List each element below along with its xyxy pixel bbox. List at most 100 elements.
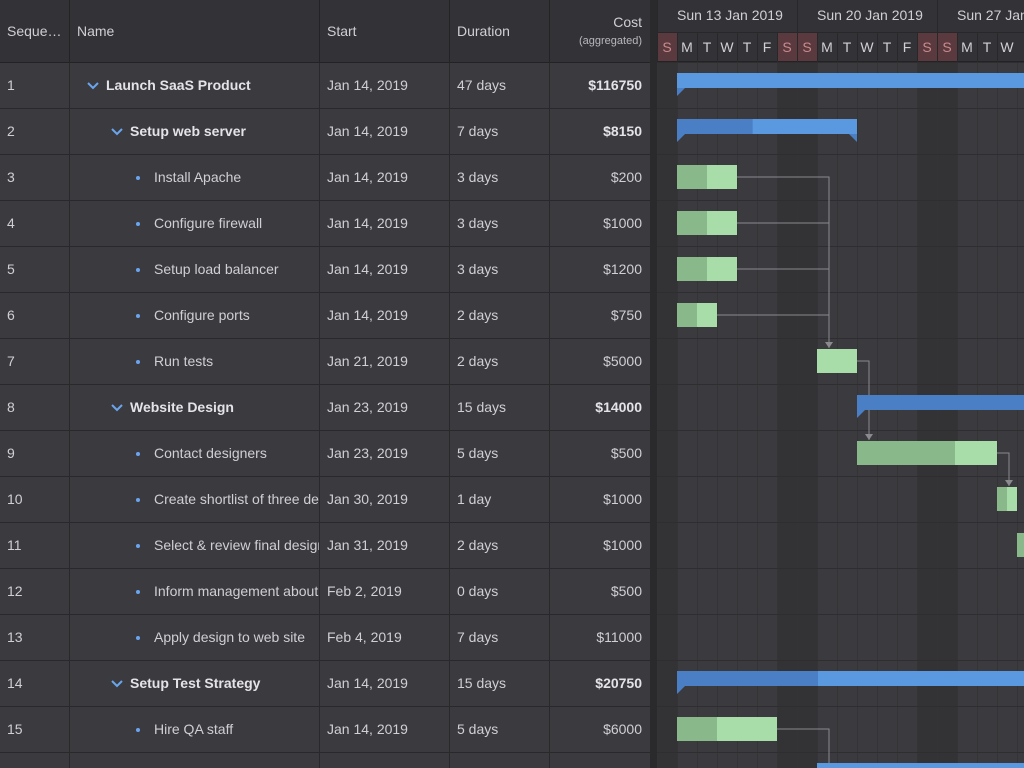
cost-text: $14000: [595, 399, 642, 415]
sequence-text: 2: [7, 123, 15, 139]
column-header-sequence[interactable]: Seque…: [0, 0, 70, 62]
task-name-text: Setup load balancer: [154, 261, 279, 277]
chevron-down-icon[interactable]: [110, 677, 124, 691]
start-date-text: Jan 14, 2019: [327, 169, 408, 185]
day-column: [877, 62, 897, 768]
chevron-down-icon[interactable]: [86, 79, 100, 93]
cell-duration: 47 days: [450, 63, 550, 108]
column-header-cost[interactable]: Cost (aggregated): [550, 0, 650, 62]
cell-start: Jan 21, 2019: [320, 339, 450, 384]
column-header-name[interactable]: Name: [70, 0, 320, 62]
cost-text: $750: [610, 307, 642, 323]
cell-cost: $1000: [550, 477, 650, 522]
cell-duration: 7 days: [450, 109, 550, 154]
column-header-cost-sublabel: (aggregated): [579, 35, 642, 47]
day-column: [1017, 62, 1024, 768]
table-row[interactable]: 3 Install Apache Jan 14, 2019 3 days $200: [0, 155, 650, 201]
day-column: [817, 62, 837, 768]
summary-bar-progress: [857, 395, 1024, 410]
sequence-text: 3: [7, 169, 15, 185]
cell-cost: $11000: [550, 615, 650, 660]
table-row[interactable]: 11 Select & review final design Jan 31, 20…: [0, 523, 650, 569]
task-bar-progress: [677, 717, 717, 741]
cost-text: $5000: [603, 353, 642, 369]
day-column: [917, 62, 937, 768]
cell-duration: 1 day: [450, 477, 550, 522]
task-bar-progress: [857, 441, 955, 465]
cell-start: Jan 14, 2019: [320, 661, 450, 706]
cell-start: Jan 14, 2019: [320, 293, 450, 338]
cell-sequence: 12: [0, 569, 70, 614]
cell-cost: $1200: [550, 247, 650, 292]
bullet-icon: [136, 728, 140, 733]
cell-start: Jan 14, 2019: [320, 63, 450, 108]
summary-bar: [677, 73, 1024, 88]
column-header-name-label: Name: [77, 23, 115, 39]
cell-start: Jan 14, 2019: [320, 201, 450, 246]
task-bar-progress: [997, 487, 1007, 511]
table-row[interactable]: 15 Hire QA staff Jan 14, 2019 5 days $6000: [0, 707, 650, 753]
cost-text: $500: [610, 445, 642, 461]
cell-sequence: 3: [0, 155, 70, 200]
table-row[interactable]: [0, 753, 650, 768]
table-row[interactable]: 13 Apply design to web site Feb 4, 2019 7 d…: [0, 615, 650, 661]
cell-cost: $500: [550, 431, 650, 476]
cell-cost: $14000: [550, 385, 650, 430]
start-date-text: Jan 14, 2019: [327, 675, 408, 691]
day-column: [777, 62, 797, 768]
chevron-down-icon[interactable]: [110, 401, 124, 415]
day-column: [897, 62, 917, 768]
table-row[interactable]: 10 Create shortlist of three de Jan 30, 20…: [0, 477, 650, 523]
cell-name: Install Apache: [70, 155, 320, 200]
start-date-text: Feb 4, 2019: [327, 629, 402, 645]
table-row[interactable]: 8 Website Design Jan 23, 2019 15 days $14000: [0, 385, 650, 431]
cost-text: $20750: [595, 675, 642, 691]
table-row[interactable]: 12 Inform management about Feb 2, 2019 0 da…: [0, 569, 650, 615]
cell-sequence: 15: [0, 707, 70, 752]
bullet-icon: [136, 222, 140, 227]
cell-start: Jan 23, 2019: [320, 431, 450, 476]
sequence-text: 15: [7, 721, 23, 737]
start-date-text: Jan 30, 2019: [327, 491, 408, 507]
cell-name: Create shortlist of three de: [70, 477, 320, 522]
table-row[interactable]: 14 Setup Test Strategy Jan 14, 2019 15 days…: [0, 661, 650, 707]
cell-duration: 7 days: [450, 615, 550, 660]
start-date-text: Jan 23, 2019: [327, 399, 408, 415]
cell-name: Configure firewall: [70, 201, 320, 246]
table-row[interactable]: 5 Setup load balancer Jan 14, 2019 3 days $1…: [0, 247, 650, 293]
cost-text: $1000: [603, 215, 642, 231]
duration-text: 15 days: [457, 399, 507, 415]
cell-cost: $5000: [550, 339, 650, 384]
task-name-text: Setup web server: [130, 123, 246, 139]
task-bar-progress: [677, 303, 697, 327]
column-header-duration[interactable]: Duration: [450, 0, 550, 62]
table-row[interactable]: 6 Configure ports Jan 14, 2019 2 days $750: [0, 293, 650, 339]
table-row[interactable]: 2 Setup web server Jan 14, 2019 7 days $8150: [0, 109, 650, 155]
day-letter: M: [821, 39, 833, 55]
sequence-text: 6: [7, 307, 15, 323]
table-row[interactable]: 7 Run tests Jan 21, 2019 2 days $5000: [0, 339, 650, 385]
day-letter: T: [883, 39, 892, 55]
task-name-text: Select & review final design: [154, 537, 320, 553]
table-row[interactable]: 9 Contact designers Jan 23, 2019 5 days $500: [0, 431, 650, 477]
sequence-text: 4: [7, 215, 15, 231]
day-letter: M: [961, 39, 973, 55]
day-column: [797, 62, 817, 768]
bullet-icon: [136, 176, 140, 181]
task-name-text: Setup Test Strategy: [130, 675, 261, 691]
column-header-start[interactable]: Start: [320, 0, 450, 62]
task-name-text: Install Apache: [154, 169, 242, 185]
cell-name: Setup Test Strategy: [70, 661, 320, 706]
column-header-start-label: Start: [327, 23, 357, 39]
table-row[interactable]: 4 Configure firewall Jan 14, 2019 3 days $10…: [0, 201, 650, 247]
cell-duration: 2 days: [450, 293, 550, 338]
chevron-down-icon[interactable]: [110, 125, 124, 139]
sequence-text: 12: [7, 583, 23, 599]
cell-duration: 2 days: [450, 339, 550, 384]
day-letter: W: [1000, 39, 1014, 55]
cell-sequence: 13: [0, 615, 70, 660]
week-label: Sun 13 Jan 2019: [677, 7, 783, 23]
grid-splitter[interactable]: [650, 0, 657, 768]
day-letter: M: [681, 39, 693, 55]
table-row[interactable]: 1 Launch SaaS Product Jan 14, 2019 47 days $…: [0, 63, 650, 109]
